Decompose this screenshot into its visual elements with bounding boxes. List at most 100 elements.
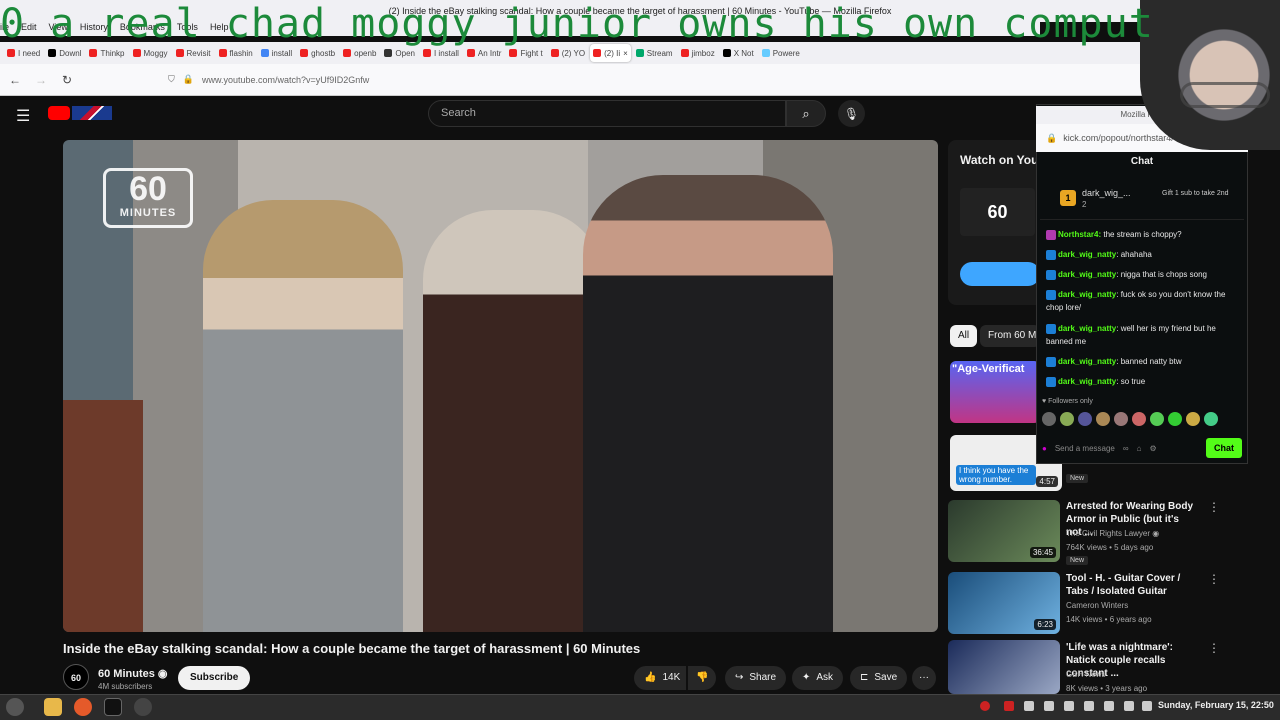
save-button[interactable]: ⊏ Save xyxy=(850,666,908,690)
browser-tab[interactable]: An Intr xyxy=(464,44,505,62)
browser-tab[interactable]: Stream xyxy=(633,44,676,62)
browser-tab[interactable]: Powere xyxy=(759,44,803,62)
tray-icon[interactable] xyxy=(1064,701,1074,711)
emote-icon[interactable] xyxy=(1132,412,1146,426)
terminal-icon[interactable] xyxy=(104,698,122,716)
more-vert-icon[interactable]: ⋮ xyxy=(1208,572,1220,586)
search-icon[interactable]: ⌕ xyxy=(786,100,826,127)
ask-button[interactable]: ✦ Ask xyxy=(792,666,844,690)
settings-gear-icon[interactable]: ⚙ xyxy=(1149,444,1156,453)
browser-tab[interactable]: install xyxy=(258,44,295,62)
subscribe-button[interactable]: Subscribe xyxy=(178,666,251,690)
share-button[interactable]: ↪ Share xyxy=(725,666,787,690)
emote-icon[interactable] xyxy=(1042,412,1056,426)
more-vert-icon[interactable]: ⋮ xyxy=(1208,500,1220,514)
chat-send-button[interactable]: Chat xyxy=(1206,438,1242,458)
menu-bookmarks[interactable]: Bookmarks xyxy=(120,22,165,36)
browser-tab[interactable]: I install xyxy=(420,44,462,62)
emote-icon[interactable] xyxy=(1096,412,1110,426)
emote-picker-icon[interactable]: ∞ xyxy=(1123,444,1129,453)
volume-icon[interactable] xyxy=(1124,701,1134,711)
menu-history[interactable]: History xyxy=(80,22,108,36)
menu-tools[interactable]: Tools xyxy=(177,22,198,36)
thumbs-down-icon: 👎 xyxy=(696,672,709,683)
dislike-button[interactable]: 👎 xyxy=(688,666,717,690)
browser-tab[interactable]: openb xyxy=(340,44,379,62)
chip-from-channel[interactable]: From 60 Mi xyxy=(980,325,1040,347)
rec-thumbnail[interactable]: 36:45 xyxy=(948,500,1060,562)
browser-tab[interactable]: Open xyxy=(381,44,418,62)
channel-name[interactable]: 60 Minutes ◉ xyxy=(98,667,168,680)
rec-title[interactable]: Tool - H. - Guitar Cover / Tabs / Isolat… xyxy=(1066,572,1196,598)
emote-icon[interactable] xyxy=(1114,412,1128,426)
rec-thumbnail[interactable]: 6:23 xyxy=(948,572,1060,634)
browser-tab[interactable]: X Not xyxy=(720,44,757,62)
tray-icon[interactable] xyxy=(1044,701,1054,711)
emote-icon[interactable] xyxy=(1150,412,1164,426)
rec-thumbnail[interactable] xyxy=(948,640,1060,694)
browser-tab[interactable]: ghostb xyxy=(297,44,338,62)
chip-all[interactable]: All xyxy=(950,325,978,347)
battery-icon[interactable] xyxy=(1142,701,1152,711)
lock-icon[interactable]: 🔒 xyxy=(183,74,194,85)
rec-channel[interactable]: Cameron Winters xyxy=(1066,601,1128,610)
browser-tab[interactable]: Thinkp xyxy=(86,44,127,62)
browser-tab[interactable]: flashin xyxy=(216,44,256,62)
reload-icon[interactable]: ↻ xyxy=(56,69,78,91)
watch-on-button[interactable] xyxy=(960,262,1040,286)
mic-icon[interactable]: ● xyxy=(1042,444,1047,453)
clock[interactable]: Sunday, February 15, 22:50 xyxy=(1158,700,1274,710)
browser-tab-active[interactable]: (2) Ii × xyxy=(590,44,631,62)
browser-tab[interactable]: Fight t xyxy=(506,44,545,62)
menu-help[interactable]: Help xyxy=(210,22,229,36)
channel-avatar[interactable]: 60 xyxy=(63,664,89,690)
tray-icon[interactable] xyxy=(1004,701,1014,711)
emote-icon[interactable] xyxy=(1204,412,1218,426)
start-menu-icon[interactable] xyxy=(6,698,24,716)
browser-tab[interactable]: Moggy xyxy=(130,44,171,62)
gift-sub-text[interactable]: Gift 1 sub to take 2nd xyxy=(1162,190,1240,198)
watch-on-thumbnail[interactable]: 60 xyxy=(960,188,1035,236)
emote-icon[interactable] xyxy=(1060,412,1074,426)
nav-bar: ← → ↻ ⛉ 🔒 www.youtube.com/watch?v=yUf9ID… xyxy=(0,64,1280,96)
followers-only-label: ♥ Followers only xyxy=(1042,398,1093,405)
app-icon[interactable] xyxy=(134,698,152,716)
emote-icon[interactable] xyxy=(1186,412,1200,426)
url-bar[interactable]: ⛉ 🔒 www.youtube.com/watch?v=yUf9ID2Gnfw xyxy=(168,69,998,91)
forward-icon[interactable]: → xyxy=(30,69,52,91)
emote-icon[interactable] xyxy=(1078,412,1092,426)
close-tab-icon[interactable]: × xyxy=(623,49,628,58)
record-tray-icon[interactable] xyxy=(980,701,990,711)
more-actions-button[interactable]: ··· xyxy=(912,666,936,690)
mic-icon[interactable]: 🎙 xyxy=(838,100,865,127)
gift-icon[interactable]: ⌂ xyxy=(1137,444,1142,453)
browser-tab[interactable]: Downl xyxy=(45,44,84,62)
menu-icon[interactable]: ☰ xyxy=(16,106,30,126)
youtube-logo-icon[interactable] xyxy=(48,106,70,120)
shield-icon[interactable]: ⛉ xyxy=(168,74,175,85)
rec-channel[interactable]: The Civil Rights Lawyer ◉ xyxy=(1066,529,1159,538)
video-title: Inside the eBay stalking scandal: How a … xyxy=(63,641,641,656)
emote-icon[interactable] xyxy=(1168,412,1182,426)
menu-edit[interactable]: Edit xyxy=(21,22,37,36)
folder-icon[interactable] xyxy=(44,698,62,716)
firefox-icon[interactable] xyxy=(74,698,92,716)
menu-view[interactable]: View xyxy=(49,22,68,36)
browser-tab[interactable]: I need xyxy=(4,44,43,62)
browser-tab[interactable]: Revisit xyxy=(173,44,214,62)
tab-favicon-icon xyxy=(722,49,731,57)
back-icon[interactable]: ← xyxy=(4,69,26,91)
shield-tray-icon[interactable] xyxy=(1024,701,1034,711)
rank-badge: 1 xyxy=(1060,190,1076,206)
chat-input[interactable]: ● Send a message ∞ ⌂ ⚙ xyxy=(1042,436,1192,460)
rec-channel[interactable]: GBH News xyxy=(1066,670,1106,679)
browser-tab[interactable]: (2) YO xyxy=(548,44,588,62)
tray-icon[interactable] xyxy=(1084,701,1094,711)
browser-tab[interactable]: jimboz xyxy=(678,44,718,62)
like-button[interactable]: 👍 14K xyxy=(634,666,687,690)
menu-file[interactable]: ile xyxy=(0,22,9,36)
search-input[interactable]: Search xyxy=(428,100,786,127)
more-vert-icon[interactable]: ⋮ xyxy=(1208,641,1220,655)
video-player[interactable]: 60 MINUTES xyxy=(63,140,938,632)
network-icon[interactable] xyxy=(1104,701,1114,711)
